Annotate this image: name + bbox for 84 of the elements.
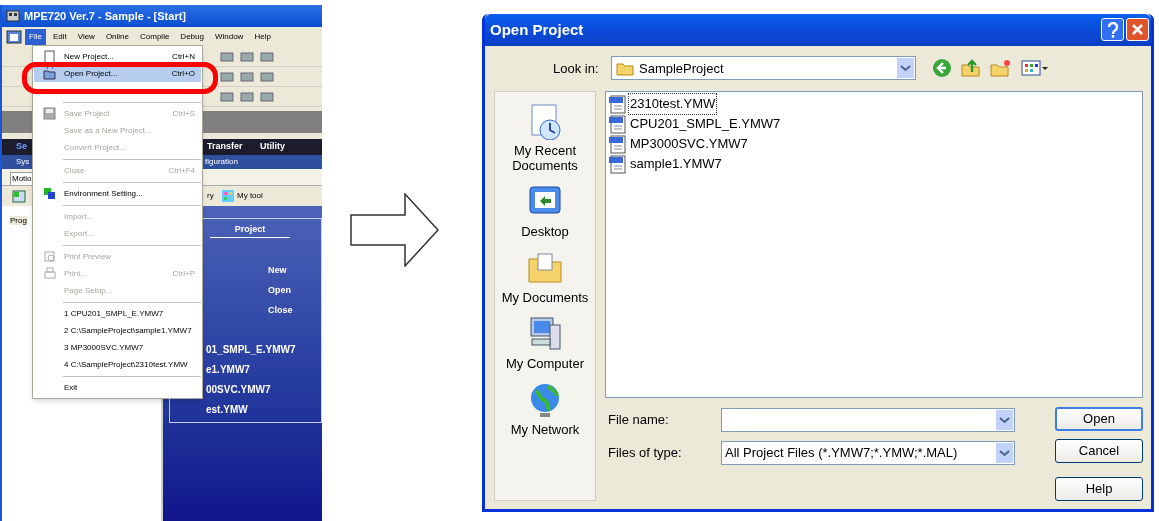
file-name-field[interactable] (721, 408, 1015, 432)
folder-icon (616, 60, 634, 76)
menu-item[interactable]: Online (101, 29, 133, 45)
place-button[interactable]: My Recent Documents (497, 102, 593, 173)
place-button[interactable]: My Documents (497, 249, 593, 305)
window-title: MPE720 Ver.7 - Sample - [Start] (24, 8, 186, 24)
look-in-dropdown[interactable]: SampleProject (611, 56, 916, 81)
menu-item[interactable]: Help (250, 29, 275, 45)
menu-item[interactable]: Environment Setting... (34, 185, 201, 202)
dialog-title: Open Project (490, 19, 585, 40)
toolbar-icon (220, 90, 234, 103)
subtab[interactable]: figuration (205, 156, 238, 168)
side-tab[interactable]: Prog (10, 216, 27, 225)
recent-file-link[interactable]: est.YMW (206, 402, 248, 417)
toolbar-icon (220, 70, 234, 83)
menu-item[interactable]: 1 CPU201_SMPL_E.YMW7 (34, 305, 201, 322)
start-link[interactable]: Close (268, 304, 293, 318)
menu-item[interactable]: New Project... Ctrl+N (34, 48, 201, 65)
start-link[interactable]: Open (268, 284, 291, 298)
help-button[interactable] (1101, 18, 1124, 42)
menu-item[interactable]: Debug (176, 29, 208, 45)
question-icon (1106, 21, 1119, 38)
recent-file-link[interactable]: 00SVC.YMW7 (206, 382, 271, 397)
menu-item[interactable]: View (73, 29, 99, 45)
dialog-button[interactable]: Open (1055, 407, 1143, 431)
look-in-label: Look in: (553, 59, 600, 78)
dialog-button[interactable]: Cancel (1055, 439, 1143, 463)
new-folder-icon (990, 58, 1012, 79)
open-folder-icon (42, 67, 56, 80)
printer-icon (42, 267, 56, 280)
views-menu-icon (1021, 59, 1049, 78)
menu-item[interactable]: Edit (48, 29, 71, 45)
toolbar-icon (240, 70, 254, 83)
toolbar-icon (240, 50, 254, 63)
subtab[interactable]: Sys (16, 156, 30, 168)
right-arrow-icon (350, 193, 440, 267)
menu-item[interactable]: 4 C:\SampleProject\2310test.YMW (34, 356, 201, 373)
home-icon (6, 30, 22, 44)
place-button[interactable]: My Network (497, 381, 593, 437)
menu-item[interactable]: File (25, 29, 46, 45)
menu-item[interactable]: Compile (136, 29, 174, 45)
recent-file-link[interactable]: 01_SMPL_E.YMW7 (206, 342, 296, 357)
place-button[interactable]: My Computer (497, 315, 593, 371)
recent-file-link[interactable]: e1.YMW7 (206, 362, 250, 377)
tab[interactable]: Utility (260, 140, 285, 154)
page-icon (42, 50, 56, 63)
close-button[interactable] (1126, 18, 1149, 42)
file-icon (608, 154, 628, 174)
file-icon (608, 134, 628, 154)
file-icon (608, 114, 628, 134)
up-folder-icon (961, 58, 981, 79)
toolbar-label[interactable]: ry (207, 190, 214, 202)
file-entry[interactable]: 2310test.YMW (629, 94, 717, 114)
dialog-button[interactable]: Help (1055, 477, 1143, 501)
menu-item[interactable]: 2 C:\SampleProject\sample1.YMW7 (34, 322, 201, 339)
toolbar-icon (220, 50, 234, 63)
place-button[interactable]: Desktop (497, 183, 593, 239)
close-icon (1131, 23, 1144, 37)
settings-icon (42, 187, 56, 200)
toolbar-icon (260, 90, 274, 103)
start-link[interactable]: New (268, 264, 287, 278)
toolbar-icon (240, 90, 254, 103)
file-entry[interactable]: sample1.YMW7 (629, 154, 723, 174)
file-entry[interactable]: MP3000SVC.YMW7 (629, 134, 749, 154)
file-type-dropdown[interactable]: All Project Files (*.YMW7;*.YMW;*.MAL) (721, 441, 1015, 465)
palette-icon (222, 190, 234, 202)
menu-item[interactable]: 3 MP3000SVC.YMW7 (34, 339, 201, 356)
file-icon (608, 94, 628, 114)
menu-item[interactable]: Window (210, 29, 248, 45)
panel-tab[interactable]: Motio (10, 172, 34, 185)
field-label: File name: (607, 411, 670, 430)
toolbar-icon (260, 50, 274, 63)
file-entry[interactable]: CPU201_SMPL_E.YMW7 (629, 114, 782, 134)
app-icon (6, 10, 20, 22)
print-preview-icon (42, 250, 56, 263)
toolbar-icon (260, 70, 274, 83)
panel-header: Project (210, 223, 290, 238)
back-icon (932, 58, 952, 79)
window-icon (12, 189, 26, 203)
tab[interactable]: Se (16, 140, 27, 154)
field-label: Files of type: (607, 444, 683, 463)
toolbar-button[interactable]: My tool (237, 190, 263, 202)
tab[interactable]: Transfer (207, 140, 243, 154)
menu-item[interactable]: Exit (34, 379, 201, 396)
